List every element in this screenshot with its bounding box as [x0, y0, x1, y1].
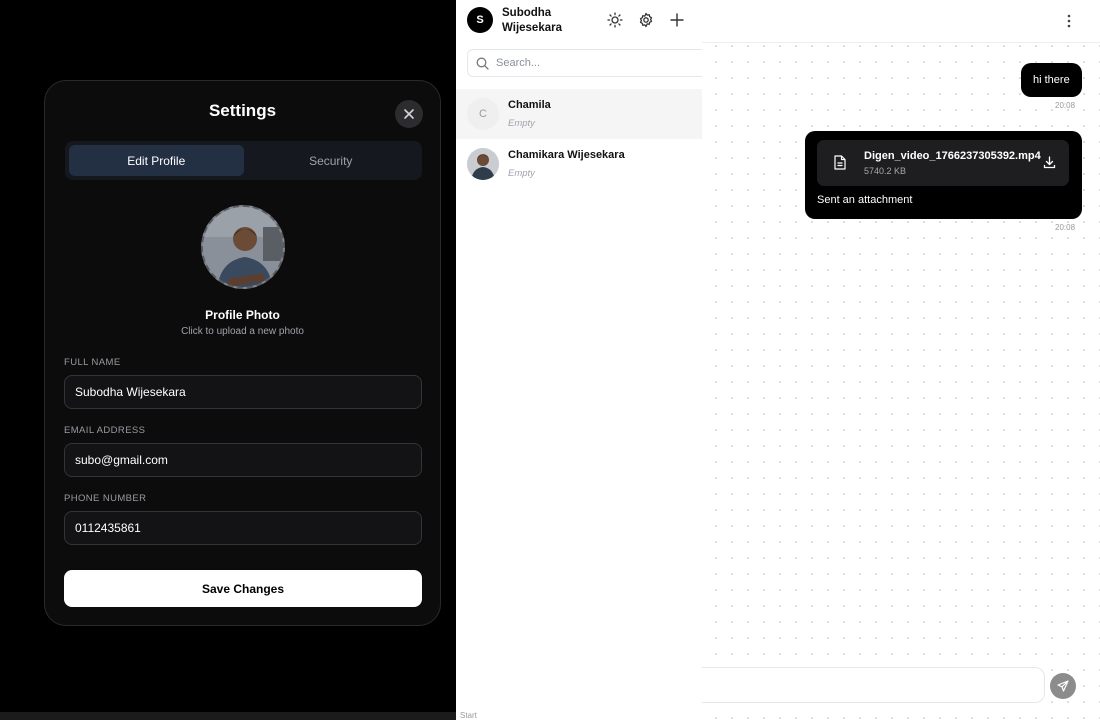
attachment-file-name: Digen_video_1766237305392.mp4 [864, 150, 1041, 162]
attachment-bubble: Digen_video_1766237305392.mp4 5740.2 KB … [805, 131, 1082, 219]
contact-preview: Empty [508, 118, 535, 129]
contact-preview: Empty [508, 168, 535, 179]
search-input[interactable]: Search... [467, 49, 707, 77]
message-time: 20:08 [1055, 101, 1076, 110]
email-label: EMAIL ADDRESS [64, 425, 146, 436]
chat-menu-button[interactable] [1062, 12, 1076, 30]
email-field[interactable]: subo@gmail.com [64, 443, 422, 477]
plus-icon [670, 13, 684, 27]
contact-photo [467, 148, 499, 180]
message-input[interactable] [702, 667, 1045, 703]
save-changes-button[interactable]: Save Changes [64, 570, 422, 607]
profile-photo-upload[interactable] [201, 205, 285, 289]
contact-avatar: C [467, 98, 499, 130]
gear-icon [639, 12, 653, 28]
message-time: 20:08 [1055, 223, 1076, 232]
footer-hint: Start [460, 711, 477, 720]
download-icon[interactable] [1043, 156, 1056, 169]
send-button[interactable] [1050, 673, 1076, 699]
attachment-caption: Sent an attachment [817, 194, 913, 206]
contact-name: Chamila [508, 99, 551, 111]
contact-item-chamikara[interactable]: Chamikara Wijesekara Empty [456, 139, 702, 189]
send-icon [1057, 680, 1069, 692]
full-name-label: FULL NAME [64, 357, 121, 368]
current-user-name: Subodha Wijesekara [502, 7, 562, 34]
attachment-file-size: 5740.2 KB [864, 166, 907, 176]
theme-toggle-button[interactable] [606, 11, 624, 29]
profile-photo-hint: Click to upload a new photo [181, 326, 304, 337]
close-icon [404, 109, 414, 119]
contact-item-chamila[interactable]: C Chamila Empty [456, 89, 702, 139]
chat-header [702, 0, 1100, 43]
contact-avatar [467, 148, 499, 180]
bottom-strip [0, 712, 456, 720]
chat-panel: hi there 20:08 Digen_video_1766237305392… [702, 0, 1100, 720]
settings-button[interactable] [637, 11, 655, 29]
modal-title: Settings [208, 101, 277, 120]
current-user-avatar[interactable]: S [467, 7, 493, 33]
tab-edit-profile[interactable]: Edit Profile [69, 145, 244, 176]
settings-modal: Settings Edit Profile Security Profile P… [44, 80, 441, 626]
new-chat-button[interactable] [668, 11, 686, 29]
search-placeholder: Search... [496, 57, 541, 69]
profile-photo-title: Profile Photo [205, 308, 280, 322]
search-icon [476, 57, 489, 70]
tab-security[interactable]: Security [244, 145, 419, 176]
profile-photo-avatar [203, 207, 283, 287]
attachment-card[interactable]: Digen_video_1766237305392.mp4 5740.2 KB [817, 140, 1069, 186]
sun-icon [607, 12, 623, 28]
contact-name: Chamikara Wijesekara [508, 149, 625, 161]
full-name-field[interactable]: Subodha Wijesekara [64, 375, 422, 409]
phone-field[interactable]: 0112435861 [64, 511, 422, 545]
message-bubble: hi there [1021, 63, 1082, 97]
conversation-sidebar: S Subodha Wijesekara Search... C Chamila… [456, 0, 707, 720]
phone-label: PHONE NUMBER [64, 493, 147, 504]
close-button[interactable] [395, 100, 423, 128]
kebab-icon [1067, 14, 1071, 28]
settings-tabs: Edit Profile Security [65, 141, 422, 180]
file-icon [834, 155, 846, 170]
